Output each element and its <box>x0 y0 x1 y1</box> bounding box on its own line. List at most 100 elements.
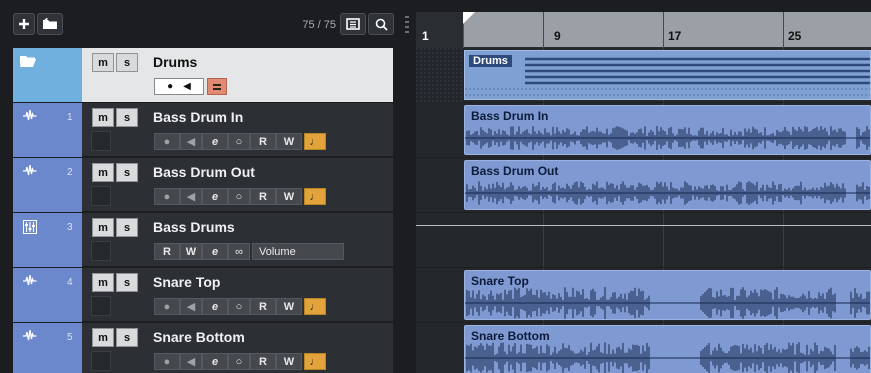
divider-grip[interactable] <box>400 12 414 38</box>
plus-icon[interactable] <box>13 13 35 35</box>
audio-lane[interactable]: Bass Drum Out <box>416 158 871 213</box>
track-visibility-icon[interactable] <box>340 13 366 35</box>
track-color-strip[interactable]: 2 <box>13 158 82 212</box>
solo-button[interactable]: s <box>116 273 138 292</box>
timeline-ruler[interactable]: 1 9 17 25 <box>416 12 871 48</box>
write-automation-button[interactable]: W <box>276 188 302 205</box>
link-icon[interactable]: ∞ <box>228 243 250 260</box>
project-window-events[interactable]: Drums Bass Drum In Bass Drum Out Snare T… <box>416 48 871 373</box>
lane-display-icon[interactable]: ○ <box>228 188 250 205</box>
musical-mode-icon[interactable]: ♩ <box>304 298 326 315</box>
add-folder-icon[interactable] <box>37 13 63 35</box>
track-name[interactable]: Snare Top <box>153 274 220 290</box>
track-row-snare-bottom[interactable]: 5 m s Snare Bottom ● ◀ e ○ R W ♩ <box>13 323 393 373</box>
track-row-snare-top[interactable]: 4 m s Snare Top ● ◀ e ○ R W ♩ <box>13 268 393 323</box>
track-select-box[interactable] <box>91 296 111 316</box>
solo-button[interactable]: s <box>116 163 138 182</box>
read-automation-button[interactable]: R <box>250 298 276 315</box>
record-enable-button[interactable]: ● <box>154 188 180 205</box>
track-number: 4 <box>67 277 73 288</box>
solo-button[interactable]: s <box>116 53 138 72</box>
monitor-button[interactable]: ◀ <box>180 353 202 370</box>
monitor-speaker-icon[interactable]: ◀ <box>183 81 191 92</box>
folder-part[interactable]: Drums <box>464 50 871 100</box>
mute-button[interactable]: m <box>92 108 114 127</box>
audio-waveform-icon <box>23 329 37 344</box>
audio-event[interactable]: Bass Drum In <box>464 105 871 155</box>
track-controls: m s Snare Bottom ● ◀ e ○ R W ♩ <box>82 323 393 373</box>
search-icon[interactable] <box>368 13 394 35</box>
track-count: 75 / 75 <box>302 19 336 31</box>
musical-mode-icon[interactable]: ♩ <box>304 133 326 150</box>
bar-tick <box>663 12 664 48</box>
folder-lane[interactable]: Drums <box>416 48 871 103</box>
record-enable-button[interactable]: ● <box>154 133 180 150</box>
write-automation-button[interactable]: W <box>276 133 302 150</box>
audio-event[interactable]: Snare Top <box>464 270 871 320</box>
musical-mode-icon[interactable]: ♩ <box>304 353 326 370</box>
track-select-box[interactable] <box>91 131 111 151</box>
track-name[interactable]: Bass Drum Out <box>153 164 255 180</box>
track-color-strip[interactable]: 3 <box>13 213 82 267</box>
read-automation-button[interactable]: R <box>250 353 276 370</box>
monitor-button[interactable]: ◀ <box>180 188 202 205</box>
mute-button[interactable]: m <box>92 273 114 292</box>
edit-channel-icon[interactable]: e <box>202 298 228 315</box>
track-select-box[interactable] <box>91 186 111 206</box>
track-name[interactable]: Bass Drum In <box>153 109 243 125</box>
track-color-strip[interactable]: 4 <box>13 268 82 322</box>
left-locator-marker[interactable] <box>463 12 475 24</box>
track-controls: m s Snare Top ● ◀ e ○ R W ♩ <box>82 268 393 322</box>
bar-tick <box>783 12 784 48</box>
track-select-box[interactable] <box>91 241 111 261</box>
edit-channel-icon[interactable]: e <box>202 133 228 150</box>
audio-lane[interactable]: Snare Top <box>416 268 871 323</box>
audio-lane[interactable]: Bass Drum In <box>416 103 871 158</box>
track-color-strip[interactable]: 5 <box>13 323 82 373</box>
track-select-box[interactable] <box>91 351 111 371</box>
edit-channel-icon[interactable]: e <box>202 243 228 260</box>
monitor-button[interactable]: ◀ <box>180 298 202 315</box>
read-automation-button[interactable]: R <box>250 133 276 150</box>
group-lane[interactable] <box>416 213 871 268</box>
record-enable-icon[interactable]: ● <box>167 81 173 92</box>
edit-channel-icon[interactable]: e <box>202 353 228 370</box>
folder-open-icon[interactable] <box>19 54 37 73</box>
record-monitor-group: ● ◀ <box>154 78 204 95</box>
track-row-bass-drum-out[interactable]: 2 m s Bass Drum Out ● ◀ e ○ R W ♩ <box>13 158 393 213</box>
mute-button[interactable]: m <box>92 218 114 237</box>
solo-button[interactable]: s <box>116 218 138 237</box>
lane-display-icon[interactable]: ○ <box>228 353 250 370</box>
automation-parameter-select[interactable]: Volume <box>252 243 344 260</box>
audio-lane[interactable]: Snare Bottom <box>416 323 871 373</box>
folder-track[interactable]: m s Drums ● ◀ <box>13 48 393 102</box>
lane-display-icon[interactable]: ○ <box>228 298 250 315</box>
monitor-button[interactable]: ◀ <box>180 133 202 150</box>
track-row-bass-drums[interactable]: 3 m s Bass Drums R W e ∞ Volume <box>13 213 393 268</box>
solo-button[interactable]: s <box>116 108 138 127</box>
read-automation-button[interactable]: R <box>154 243 180 260</box>
folder-menu-icon[interactable] <box>207 78 227 95</box>
track-color-strip[interactable]: 1 <box>13 103 82 157</box>
write-automation-button[interactable]: W <box>276 353 302 370</box>
track-name[interactable]: Snare Bottom <box>153 329 245 345</box>
track-name[interactable]: Bass Drums <box>153 219 235 235</box>
edit-channel-icon[interactable]: e <box>202 188 228 205</box>
audio-event[interactable]: Snare Bottom <box>464 325 871 373</box>
mute-button[interactable]: m <box>92 53 114 72</box>
mute-button[interactable]: m <box>92 163 114 182</box>
tracklist-divider[interactable] <box>393 48 416 373</box>
track-name[interactable]: Drums <box>153 54 197 70</box>
solo-button[interactable]: s <box>116 328 138 347</box>
write-automation-button[interactable]: W <box>180 243 202 260</box>
record-enable-button[interactable]: ● <box>154 298 180 315</box>
track-color-strip[interactable] <box>13 48 82 102</box>
write-automation-button[interactable]: W <box>276 298 302 315</box>
audio-event[interactable]: Bass Drum Out <box>464 160 871 210</box>
record-enable-button[interactable]: ● <box>154 353 180 370</box>
read-automation-button[interactable]: R <box>250 188 276 205</box>
lane-display-icon[interactable]: ○ <box>228 133 250 150</box>
musical-mode-icon[interactable]: ♩ <box>304 188 326 205</box>
mute-button[interactable]: m <box>92 328 114 347</box>
track-row-bass-drum-in[interactable]: 1 m s Bass Drum In ● ◀ e ○ R W ♩ <box>13 103 393 158</box>
